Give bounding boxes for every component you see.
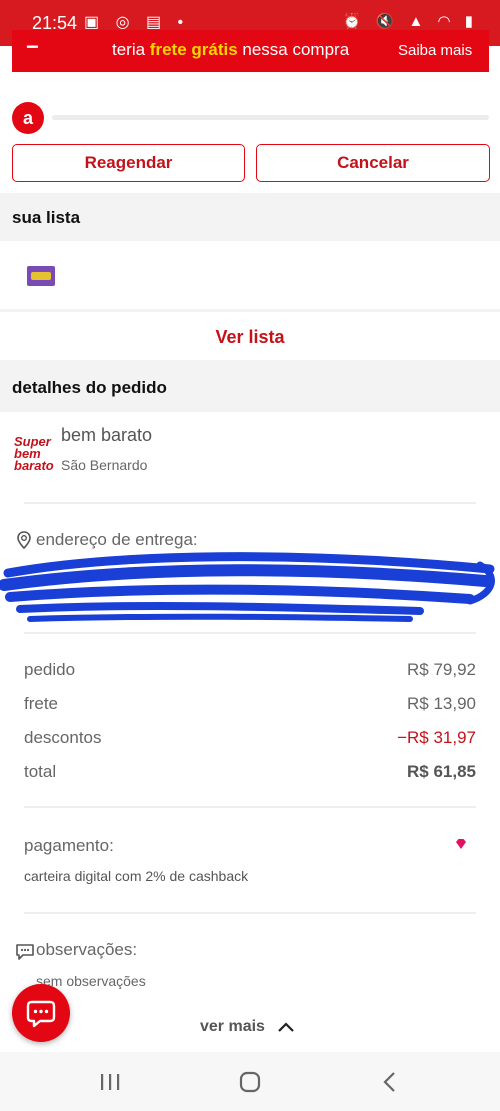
learn-more-link[interactable]: Saiba mais <box>398 42 472 59</box>
summary-value: R$ 79,92 <box>407 660 476 679</box>
recent-apps-icon[interactable] <box>98 1072 122 1092</box>
store-name: bem barato <box>61 425 153 445</box>
summary-label: pedido <box>24 660 76 679</box>
divider <box>24 502 476 504</box>
free-shipping-banner: − teria frete grátis nessa compra Saiba … <box>12 30 489 72</box>
redacted-address <box>0 552 495 622</box>
summary-label: frete <box>24 694 59 713</box>
banner-highlight: frete grátis <box>149 40 238 59</box>
divider <box>24 632 476 634</box>
product-thumbnail[interactable] <box>27 266 55 286</box>
see-more-label: ver mais <box>200 1018 265 1035</box>
notes-label: observações: <box>36 940 138 959</box>
system-status-icons: ⏰ 🔇 ▲ ◠ ▮ <box>342 13 478 30</box>
banner-message: teria frete grátis nessa compra <box>112 40 350 59</box>
summary-label: descontos <box>24 728 102 747</box>
payment-method: carteira digital com 2% de cashback <box>24 868 249 884</box>
cancel-button[interactable]: Cancelar <box>256 144 490 182</box>
summary-value: R$ 13,90 <box>407 694 476 713</box>
system-navigation-bar <box>0 1052 500 1111</box>
chat-support-button[interactable] <box>12 984 70 1042</box>
chat-bubble-icon <box>16 944 34 960</box>
store-city: São Bernardo <box>61 457 148 473</box>
store-logo: Super bem barato <box>14 434 54 473</box>
cashback-gem-icon <box>456 839 466 849</box>
divider <box>24 912 476 914</box>
summary-label: total <box>24 762 57 781</box>
order-section-title: detalhes do pedido <box>12 378 167 397</box>
payment-label: pagamento: <box>24 836 114 855</box>
summary-value: −R$ 31,97 <box>397 728 476 747</box>
see-more-button[interactable]: ver mais <box>200 1018 295 1036</box>
chevron-up-icon <box>278 1022 295 1032</box>
home-icon[interactable] <box>238 1071 262 1093</box>
chat-icon <box>26 1000 56 1028</box>
app-logo-icon: a <box>12 102 44 134</box>
reschedule-button[interactable]: Reagendar <box>12 144 245 182</box>
order-progress-track <box>52 115 489 120</box>
collapse-icon[interactable]: − <box>26 34 39 60</box>
back-icon[interactable] <box>380 1071 400 1093</box>
list-section-title: sua lista <box>12 208 81 227</box>
notification-icons: ▣ ◎ ▤ • <box>84 14 190 31</box>
summary-value: R$ 61,85 <box>407 762 476 781</box>
divider <box>24 806 476 808</box>
view-list-link[interactable]: Ver lista <box>0 312 500 360</box>
